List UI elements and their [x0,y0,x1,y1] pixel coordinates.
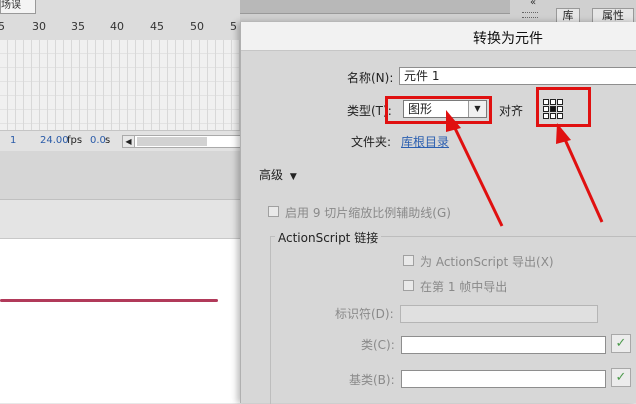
actionscript-linkage-label: ActionScript 链接 [275,229,382,246]
export-as-checkbox[interactable] [403,255,414,266]
time-unit: s [105,135,111,146]
triangle-down-icon: ▼ [289,172,297,182]
highlight-box-type [385,96,492,124]
name-input[interactable]: 元件 1 [399,67,636,85]
fps-value[interactable]: 24.00 [40,135,69,146]
folder-label: 文件夹: [351,135,392,149]
panel-strip [240,0,510,14]
identifier-input[interactable] [400,305,598,323]
advanced-toggle[interactable]: 高级 ▼ [259,166,297,183]
identifier-label: 标识符(D): [335,307,394,321]
base-class-input[interactable] [401,370,606,388]
check-icon[interactable]: ✓ [611,368,631,387]
export-frame1-checkbox[interactable] [403,280,414,291]
grip-icon[interactable] [522,12,538,18]
stage-line-shape[interactable] [0,299,218,302]
timeline-frames[interactable] [0,40,240,130]
ruler-number: 45 [150,20,164,33]
base-class-label: 基类(B): [349,373,395,387]
convert-to-symbol-dialog: 转换为元件 名称(N): 元件 1 类型(T): 图形 ▼ 对齐 文件夹: 库根… [240,22,636,404]
enable-9slice-checkbox[interactable] [268,206,279,217]
class-input[interactable] [401,336,606,354]
stage-canvas[interactable] [0,239,240,403]
time-value: 0.0 [90,135,106,146]
export-frame1-label: 在第 1 帧中导出 [420,280,508,294]
timeline-scrollbar[interactable]: ◀ [122,135,240,148]
panel-area [0,151,240,200]
scroll-thumb[interactable] [137,137,207,146]
collapse-icon[interactable]: « [530,0,536,8]
advanced-label: 高级 [259,168,284,182]
ruler-number: 35 [71,20,85,33]
folder-link[interactable]: 库根目录 [401,133,449,150]
ruler-number: 5 [230,20,237,33]
fps-unit: fps [67,135,83,146]
panel-tab-bar: « 库 属性 [240,0,636,24]
class-label: 类(C): [361,338,395,352]
check-icon[interactable]: ✓ [611,334,631,353]
ruler-number: 5 [0,20,5,33]
ruler-number: 40 [110,20,124,33]
scene-tab[interactable]: 场误 [0,0,36,14]
current-frame: 1 [10,135,17,146]
align-label: 对齐 [499,104,524,118]
highlight-box-align [536,87,591,127]
name-label: 名称(N): [347,71,394,85]
export-as-label: 为 ActionScript 导出(X) [420,255,554,269]
ruler-number: 30 [32,20,46,33]
scroll-left-icon[interactable]: ◀ [123,136,135,147]
timeline-panel: 场误 5 30 35 40 45 50 5 1 24.00 fps 0.0 s … [0,0,240,403]
timeline-ruler[interactable]: 场误 5 30 35 40 45 50 5 [0,0,240,41]
timeline-status-bar: 1 24.00 fps 0.0 s ◀ [0,130,240,152]
panel-area [0,200,240,239]
dialog-title-bar[interactable]: 转换为元件 [241,22,636,51]
ruler-number: 50 [190,20,204,33]
dialog-title: 转换为元件 [473,31,543,47]
enable-9slice-label: 启用 9 切片缩放比例辅助线(G) [285,206,451,220]
